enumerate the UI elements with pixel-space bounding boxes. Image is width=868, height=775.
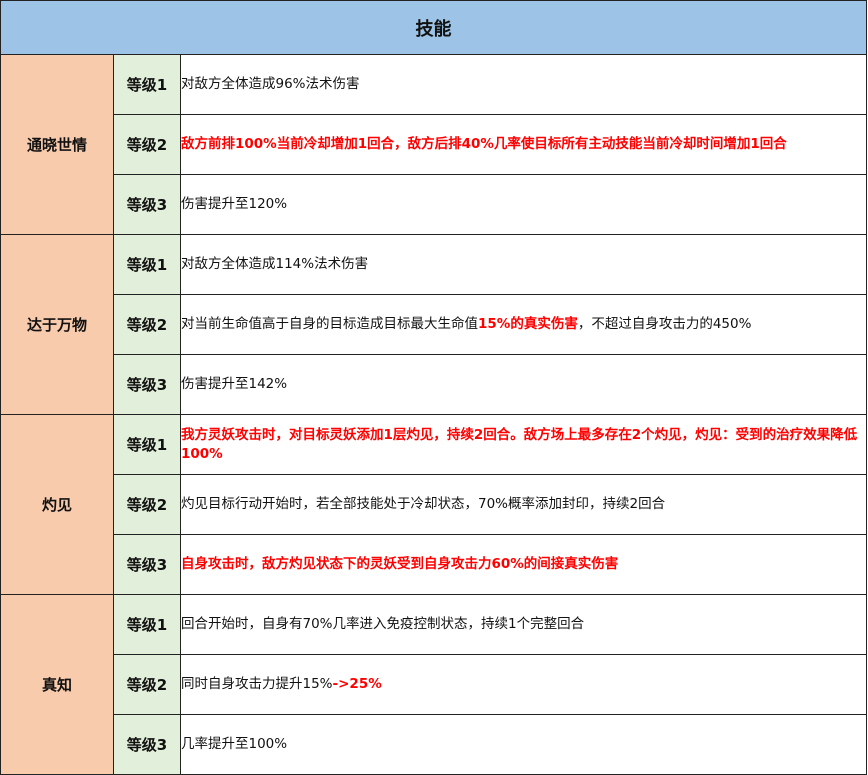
description-text: 对当前生命值高于自身的目标造成目标最大生命值 — [181, 316, 478, 332]
skill-name: 灼见 — [0, 414, 114, 595]
highlight-text: ->25% — [332, 676, 382, 692]
table-row: 通晓世情 等级1 对敌方全体造成96%法术伤害 — [0, 54, 867, 235]
highlight-text: 敌方前排100%当前冷却增加1回合，敌方后排40%几率使目标所有主动技能当前冷却… — [181, 136, 787, 152]
skill-name: 达于万物 — [0, 234, 114, 415]
level-label: 等级2 — [113, 474, 181, 535]
level-label: 等级1 — [113, 234, 181, 295]
level-description: 自身攻击时，敌方灼见状态下的灵妖受到自身攻击力60%的间接真实伤害 — [180, 534, 867, 595]
level-label: 等级3 — [113, 174, 181, 235]
level-description: 对敌方全体造成114%法术伤害 — [180, 234, 867, 295]
table-row: 等级3 伤害提升至142% — [1, 354, 867, 415]
skills-table: 技能 通晓世情 等级1 对敌方全体造成96%法术伤害 等级2 敌方前排100%当前冷却增… — [0, 0, 867, 775]
table-row: 等级2 对当前生命值高于自身的目标造成目标最大生命值15%的真实伤害，不超过自身攻… — [1, 294, 867, 355]
description-text: 同时自身攻击力提升15% — [181, 676, 333, 692]
level-description: 我方灵妖攻击时，对目标灵妖添加1层灼见，持续2回合。敌方场上最多存在2个灼见，灼… — [180, 414, 867, 475]
table-row: 灼见 等级1 我方灵妖攻击时，对目标灵妖添加1层灼见，持续2回合。敌方场上最多存在2… — [0, 414, 867, 595]
level-label: 等级2 — [113, 294, 181, 355]
skills-body: 通晓世情 等级1 对敌方全体造成96%法术伤害 等级2 敌方前排100%当前冷却增加1回… — [0, 54, 867, 775]
table-row: 等级2 同时自身攻击力提升15%->25% — [1, 654, 867, 715]
table-row: 等级3 自身攻击时，敌方灼见状态下的灵妖受到自身攻击力60%的间接真实伤害 — [1, 534, 867, 595]
skill-name: 通晓世情 — [0, 54, 114, 235]
skill-name: 真知 — [0, 594, 114, 775]
table-row: 等级2 敌方前排100%当前冷却增加1回合，敌方后排40%几率使目标所有主动技能当… — [1, 114, 867, 175]
description-text: 几率提升至100% — [181, 736, 288, 752]
highlight-text: 我方灵妖攻击时，对目标灵妖添加1层灼见，持续2回合。敌方场上最多存在2个灼见，灼… — [181, 426, 858, 462]
description-text: 灼见目标行动开始时，若全部技能处于冷却状态，70%概率添加封印，持续2回合 — [181, 496, 666, 512]
level-description: 几率提升至100% — [180, 714, 867, 775]
table-title: 技能 — [0, 0, 867, 55]
level-description: 伤害提升至120% — [180, 174, 867, 235]
level-label: 等级2 — [113, 114, 181, 175]
level-label: 等级3 — [113, 714, 181, 775]
table-row: 等级3 几率提升至100% — [1, 714, 867, 775]
level-description: 同时自身攻击力提升15%->25% — [180, 654, 867, 715]
level-description: 敌方前排100%当前冷却增加1回合，敌方后排40%几率使目标所有主动技能当前冷却… — [180, 114, 867, 175]
level-label: 等级1 — [113, 594, 181, 655]
level-description: 对敌方全体造成96%法术伤害 — [180, 54, 867, 115]
level-description: 回合开始时，自身有70%几率进入免疫控制状态，持续1个完整回合 — [180, 594, 867, 655]
description-text: 回合开始时，自身有70%几率进入免疫控制状态，持续1个完整回合 — [181, 616, 585, 632]
description-text: 对敌方全体造成114%法术伤害 — [181, 256, 369, 272]
level-description: 对当前生命值高于自身的目标造成目标最大生命值15%的真实伤害，不超过自身攻击力的… — [180, 294, 867, 355]
description-text: 对敌方全体造成96%法术伤害 — [181, 76, 360, 92]
description-text: ，不超过自身攻击力的450% — [577, 316, 752, 332]
level-label: 等级3 — [113, 354, 181, 415]
table-row: 真知 等级1 回合开始时，自身有70%几率进入免疫控制状态，持续1个完整回合 — [0, 594, 867, 775]
level-label: 等级3 — [113, 534, 181, 595]
level-description: 灼见目标行动开始时，若全部技能处于冷却状态，70%概率添加封印，持续2回合 — [180, 474, 867, 535]
level-label: 等级1 — [113, 414, 181, 475]
description-text: 伤害提升至142% — [181, 376, 288, 392]
table-row: 等级3 伤害提升至120% — [1, 174, 867, 235]
highlight-text: 15%的真实伤害 — [478, 316, 578, 332]
level-label: 等级1 — [113, 54, 181, 115]
table-row: 达于万物 等级1 对敌方全体造成114%法术伤害 — [0, 234, 867, 415]
highlight-text: 自身攻击时，敌方灼见状态下的灵妖受到自身攻击力60%的间接真实伤害 — [181, 556, 619, 572]
level-label: 等级2 — [113, 654, 181, 715]
table-row: 等级2 灼见目标行动开始时，若全部技能处于冷却状态，70%概率添加封印，持续2回合 — [1, 474, 867, 535]
description-text: 伤害提升至120% — [181, 196, 288, 212]
level-description: 伤害提升至142% — [180, 354, 867, 415]
